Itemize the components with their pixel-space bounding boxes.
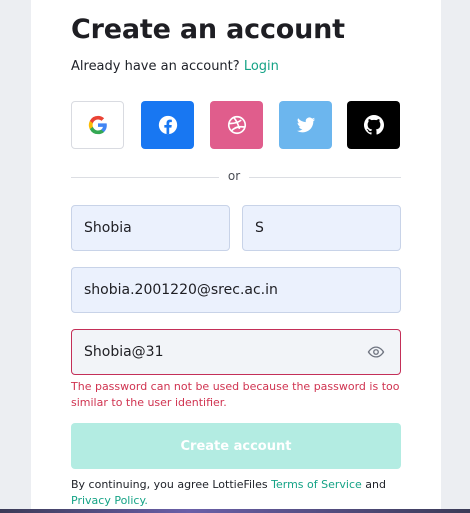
github-icon: [363, 115, 384, 135]
dribbble-icon: [227, 115, 246, 135]
terms-and-text: and: [365, 478, 386, 491]
terms-notice: By continuing, you agree LottieFiles Ter…: [71, 477, 407, 509]
google-signin-button[interactable]: [71, 101, 124, 149]
password-error-message: The password can not be used because the…: [71, 380, 400, 409]
facebook-icon: [158, 115, 177, 135]
bottom-edge-bar: [0, 509, 470, 513]
facebook-signin-button[interactable]: [141, 101, 194, 149]
email-input[interactable]: [71, 267, 401, 313]
terms-of-service-link[interactable]: Terms of Service: [271, 478, 362, 491]
dribbble-signin-button[interactable]: [210, 101, 263, 149]
twitter-icon: [296, 117, 315, 133]
terms-prefix-text: By continuing, you agree LottieFiles: [71, 478, 268, 491]
first-name-input[interactable]: [71, 205, 230, 251]
divider-right: [249, 177, 401, 178]
divider-left: [71, 177, 219, 178]
create-account-button[interactable]: Create account: [71, 423, 401, 469]
last-name-input[interactable]: [242, 205, 401, 251]
signup-card: Create an account Already have an accoun…: [31, 0, 441, 509]
login-prompt-text: Already have an account?: [71, 59, 240, 74]
google-icon: [88, 115, 107, 135]
login-link[interactable]: Login: [244, 59, 279, 74]
show-password-eye-icon[interactable]: [366, 343, 386, 361]
privacy-policy-link[interactable]: Privacy Policy.: [71, 494, 148, 507]
page-title: Create an account: [71, 14, 345, 45]
divider-or-text: or: [227, 169, 241, 183]
github-signin-button[interactable]: [347, 101, 400, 149]
twitter-signin-button[interactable]: [279, 101, 332, 149]
login-prompt: Already have an account? Login: [71, 59, 279, 74]
password-input[interactable]: [71, 329, 401, 375]
